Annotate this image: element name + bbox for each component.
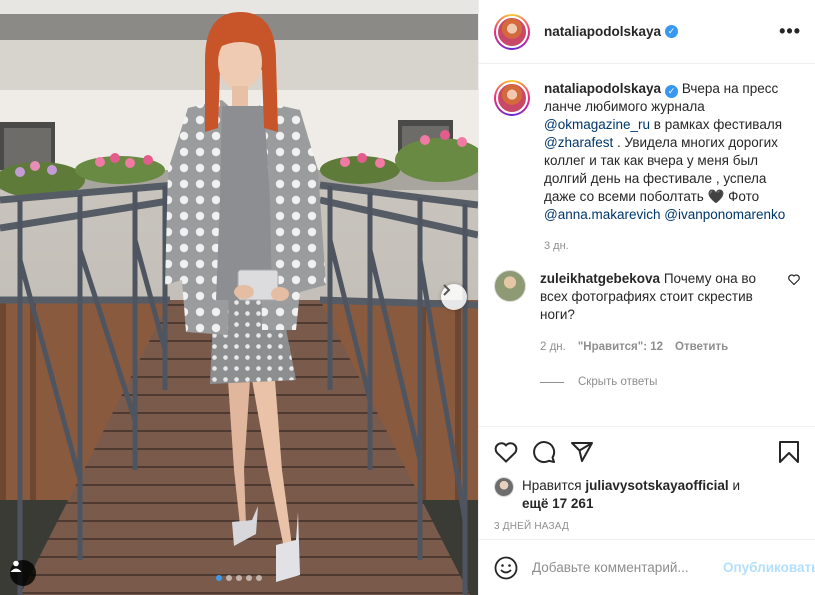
save-button[interactable]	[778, 440, 800, 464]
user-tag-icon	[10, 560, 22, 572]
post-dialog: nataliapodolskaya ✓ ••• nataliapodolskay…	[0, 0, 815, 595]
caption-timestamp[interactable]: 3 дн.	[544, 240, 800, 252]
post-sidebar: nataliapodolskaya ✓ ••• nataliapodolskay…	[478, 0, 815, 595]
emoji-icon	[494, 556, 518, 579]
caption-author-avatar[interactable]	[494, 80, 530, 116]
next-photo-button[interactable]	[441, 284, 467, 310]
carousel-dot	[226, 575, 232, 581]
hide-replies-label: Скрыть ответы	[578, 376, 658, 388]
comment-icon	[533, 441, 556, 464]
carousel-dot	[236, 575, 242, 581]
mention-link[interactable]: @anna.makarevich	[544, 207, 661, 222]
post-actions: Нравится juliavysotskayaofficial и ещё 1…	[479, 426, 815, 539]
comment-like-heart-icon[interactable]	[788, 274, 800, 285]
comment-item: zuleikhatgebekova Почему она во всех фот…	[494, 270, 800, 356]
heart-icon	[494, 442, 518, 463]
carousel-dot	[256, 575, 262, 581]
post-header: nataliapodolskaya ✓ •••	[479, 0, 815, 64]
author-avatar[interactable]	[494, 13, 530, 50]
verified-badge-icon: ✓	[665, 25, 679, 38]
caption-text-part: в рамках фестиваля	[653, 117, 783, 132]
paper-plane-icon	[571, 442, 593, 462]
author-username[interactable]: nataliapodolskaya	[544, 24, 661, 39]
commenter-avatar[interactable]	[494, 270, 526, 302]
comment-meta: 2 дн. "Нравится": 12 Ответить	[540, 338, 766, 356]
bookmark-icon	[779, 441, 799, 463]
caption-username[interactable]: nataliapodolskaya	[544, 81, 661, 96]
reply-button[interactable]: Ответить	[675, 338, 728, 356]
caption-text: nataliapodolskaya ✓ Вчера на пресс ланче …	[544, 80, 800, 224]
carousel-indicator	[0, 575, 478, 581]
emoji-button[interactable]	[494, 556, 518, 580]
comment-button[interactable]	[532, 440, 556, 464]
post-photo[interactable]	[0, 0, 478, 595]
comment-timestamp[interactable]: 2 дн.	[540, 338, 566, 356]
commenter-username[interactable]: zuleikhatgebekova	[540, 271, 660, 286]
more-options-button[interactable]: •••	[779, 21, 801, 42]
verified-badge-icon: ✓	[665, 85, 679, 98]
liker-username[interactable]: juliavysotskayaofficial	[585, 478, 728, 493]
carousel-dot	[246, 575, 252, 581]
divider-line	[540, 381, 564, 383]
hide-replies-button[interactable]: Скрыть ответы	[540, 376, 800, 388]
likes-and: и	[732, 478, 740, 493]
photo-illustration	[0, 0, 478, 595]
tagged-users-button[interactable]	[10, 560, 36, 586]
liker-avatar[interactable]	[494, 477, 514, 497]
add-comment-bar: Опубликовать	[479, 539, 815, 595]
like-button[interactable]	[494, 441, 518, 463]
post-caption: nataliapodolskaya ✓ Вчера на пресс ланче …	[494, 80, 800, 252]
post-date[interactable]: 3 ДНЕЙ НАЗАД	[494, 521, 800, 532]
likes-others-count[interactable]: ещё 17 261	[522, 496, 593, 511]
mention-link[interactable]: @okmagazine_ru	[544, 117, 650, 132]
comment-likes-count[interactable]: "Нравится": 12	[578, 338, 663, 356]
likes-prefix: Нравится	[522, 478, 582, 493]
carousel-dot	[216, 575, 222, 581]
likes-summary: Нравится juliavysotskayaofficial и ещё 1…	[494, 477, 800, 513]
mention-link[interactable]: @zharafest	[544, 135, 613, 150]
comment-input[interactable]	[532, 560, 709, 575]
mention-link[interactable]: @ivanponomarenko	[664, 207, 785, 222]
share-button[interactable]	[570, 440, 594, 464]
publish-comment-button[interactable]: Опубликовать	[723, 560, 815, 575]
comments-section: nataliapodolskaya ✓ Вчера на пресс ланче …	[479, 64, 815, 426]
chevron-right-icon	[443, 284, 451, 296]
